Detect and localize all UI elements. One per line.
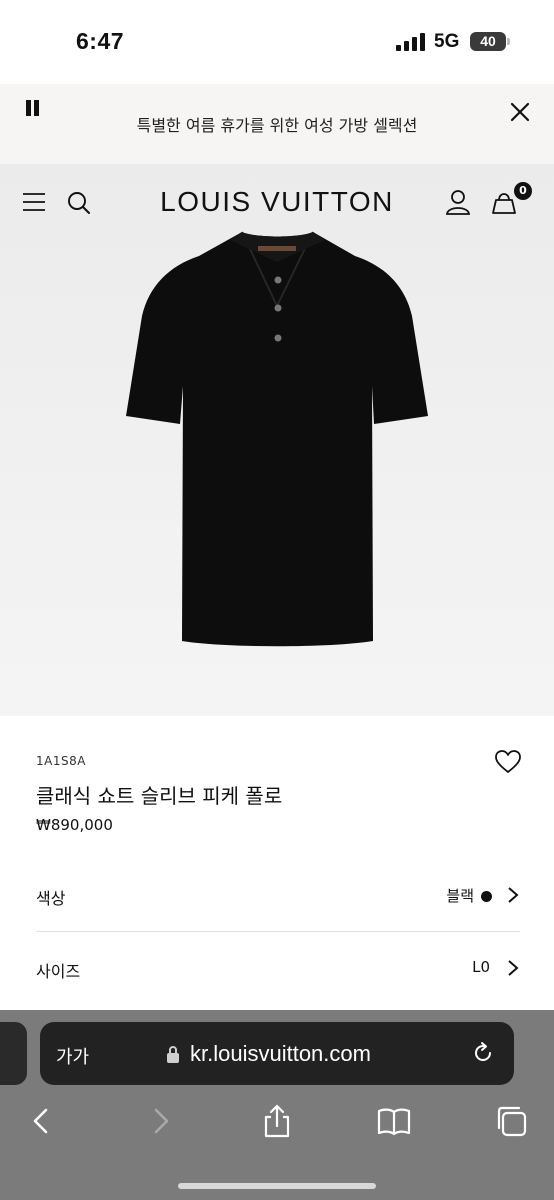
battery-indicator: 40 <box>470 32 506 51</box>
text-size-button[interactable]: 가가 <box>56 1043 89 1069</box>
product-name: 클래식 쇼트 슬리브 피케 폴로 <box>36 784 283 808</box>
product-sku: 1A1S8A <box>36 754 86 768</box>
account-icon[interactable] <box>444 188 472 216</box>
share-icon[interactable] <box>260 1104 294 1138</box>
promo-text[interactable]: 특별한 여름 휴가를 위한 여성 가방 셀렉션 <box>0 112 554 136</box>
color-option-row[interactable]: 색상 블랙 <box>36 875 520 915</box>
forward-arrow-icon[interactable] <box>144 1104 178 1138</box>
reload-icon[interactable] <box>471 1041 495 1065</box>
status-time: 6:47 <box>76 28 125 54</box>
back-arrow-icon[interactable] <box>24 1104 58 1138</box>
battery-cap <box>507 38 510 45</box>
chevron-right-icon[interactable] <box>506 885 520 905</box>
network-label: 5G <box>434 31 460 52</box>
lock-icon <box>167 1046 179 1063</box>
bag-count-badge: 0 <box>514 182 532 200</box>
previous-tab-card[interactable] <box>0 1022 27 1085</box>
size-option-label: 사이즈 <box>36 962 81 981</box>
close-icon[interactable] <box>508 100 532 124</box>
divider <box>36 931 520 932</box>
bookmarks-icon[interactable] <box>377 1104 411 1138</box>
color-option-label: 색상 <box>36 889 66 908</box>
chevron-right-icon[interactable] <box>506 958 520 978</box>
size-option-row[interactable]: 사이즈 L0 <box>36 948 520 988</box>
product-image[interactable] <box>120 226 434 650</box>
signal-icon <box>396 33 425 51</box>
color-option-value: 블랙 <box>446 887 474 905</box>
heart-icon[interactable] <box>495 750 521 774</box>
color-swatch <box>481 891 492 902</box>
size-option-value: L0 <box>472 958 490 976</box>
product-price: ₩890,000 <box>36 816 113 834</box>
home-indicator <box>178 1183 376 1189</box>
url-text[interactable]: kr.louisvuitton.com <box>190 1041 371 1067</box>
tabs-icon[interactable] <box>494 1104 528 1138</box>
